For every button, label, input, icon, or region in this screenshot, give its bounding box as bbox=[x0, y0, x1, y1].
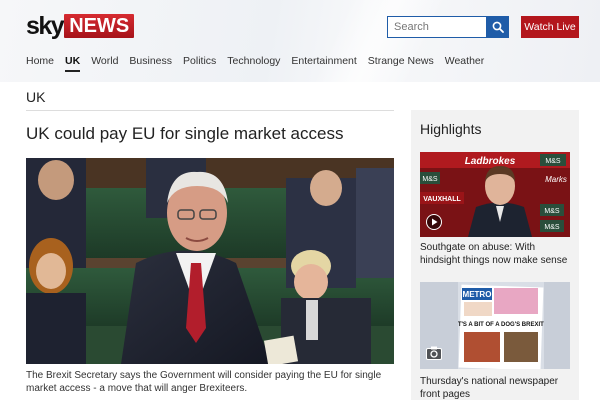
section-divider bbox=[26, 110, 394, 111]
parliament-photo bbox=[26, 158, 394, 364]
search-input[interactable] bbox=[388, 17, 486, 37]
nav-world[interactable]: World bbox=[91, 55, 118, 72]
nav-politics[interactable]: Politics bbox=[183, 55, 216, 72]
article-headline[interactable]: UK could pay EU for single market access bbox=[26, 124, 394, 144]
highlight-caption-front-pages[interactable]: Thursday's national newspaper front page… bbox=[420, 376, 575, 400]
sky-news-logo[interactable]: sky NEWS bbox=[26, 12, 135, 40]
svg-text:M&S: M&S bbox=[544, 208, 560, 215]
highlights-title: Highlights bbox=[420, 121, 482, 137]
article-main-image[interactable] bbox=[26, 158, 394, 364]
watch-live-button[interactable]: Watch Live bbox=[521, 16, 579, 38]
camera-icon bbox=[426, 346, 442, 360]
svg-text:Marks: Marks bbox=[545, 175, 567, 184]
southgate-photo: Ladbrokes M&S M&S Marks VAUXHALL M&S M&S bbox=[420, 152, 570, 237]
search-button[interactable] bbox=[487, 16, 509, 38]
video-play-icon bbox=[426, 214, 442, 230]
logo-sky-text: sky bbox=[26, 12, 65, 40]
highlight-image-southgate[interactable]: Ladbrokes M&S M&S Marks VAUXHALL M&S M&S bbox=[420, 152, 570, 237]
nav-weather[interactable]: Weather bbox=[445, 55, 485, 72]
article-caption: The Brexit Secretary says the Government… bbox=[26, 370, 382, 394]
search-box bbox=[387, 16, 487, 38]
logo-news-text: NEWS bbox=[64, 14, 135, 38]
newspaper-photo: METRO IT'S A BIT OF A DOG'S BREXIT bbox=[420, 282, 570, 369]
nav-home[interactable]: Home bbox=[26, 55, 54, 72]
main-nav: Home UK World Business Politics Technolo… bbox=[26, 55, 495, 72]
svg-text:Ladbrokes: Ladbrokes bbox=[465, 156, 516, 167]
svg-text:M&S: M&S bbox=[544, 224, 560, 231]
svg-text:M&S: M&S bbox=[545, 158, 561, 165]
highlight-image-front-pages[interactable]: METRO IT'S A BIT OF A DOG'S BREXIT bbox=[420, 282, 570, 369]
section-title: UK bbox=[26, 89, 46, 105]
svg-text:M&S: M&S bbox=[422, 176, 438, 183]
nav-uk[interactable]: UK bbox=[65, 55, 81, 72]
nav-business[interactable]: Business bbox=[129, 55, 172, 72]
highlight-caption-southgate[interactable]: Southgate on abuse: With hindsight thing… bbox=[420, 242, 575, 267]
search-icon bbox=[492, 21, 504, 33]
nav-technology[interactable]: Technology bbox=[227, 55, 280, 72]
highlights-panel: Highlights Ladbrokes M&S M&S Marks VAUXH… bbox=[411, 110, 579, 400]
svg-text:IT'S A BIT OF A DOG'S BREXIT: IT'S A BIT OF A DOG'S BREXIT bbox=[456, 322, 544, 328]
svg-text:METRO: METRO bbox=[463, 290, 492, 299]
svg-text:VAUXHALL: VAUXHALL bbox=[423, 196, 461, 203]
nav-entertainment[interactable]: Entertainment bbox=[291, 55, 356, 72]
nav-strange-news[interactable]: Strange News bbox=[368, 55, 434, 72]
